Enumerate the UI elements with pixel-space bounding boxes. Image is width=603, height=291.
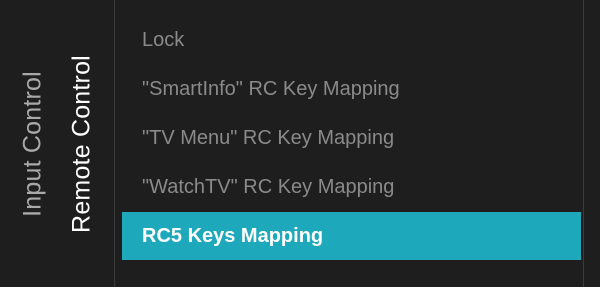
tab-remote-control[interactable]: Remote Control xyxy=(68,55,97,233)
menu-item-watchtv-rc-key-mapping[interactable]: "WatchTV" RC Key Mapping xyxy=(122,163,581,211)
menu-item-smartinfo-rc-key-mapping[interactable]: "SmartInfo" RC Key Mapping xyxy=(122,65,581,113)
divider-left xyxy=(114,0,115,287)
remote-control-menu: Lock "SmartInfo" RC Key Mapping "TV Menu… xyxy=(122,16,581,261)
menu-item-lock[interactable]: Lock xyxy=(122,16,581,64)
tab-input-control[interactable]: Input Control xyxy=(19,71,48,217)
tv-settings-screen: Input Control Remote Control Lock "Smart… xyxy=(0,0,600,287)
divider-right xyxy=(583,0,584,287)
menu-item-rc5-keys-mapping[interactable]: RC5 Keys Mapping xyxy=(122,212,581,260)
menu-item-tv-menu-rc-key-mapping[interactable]: "TV Menu" RC Key Mapping xyxy=(122,114,581,162)
